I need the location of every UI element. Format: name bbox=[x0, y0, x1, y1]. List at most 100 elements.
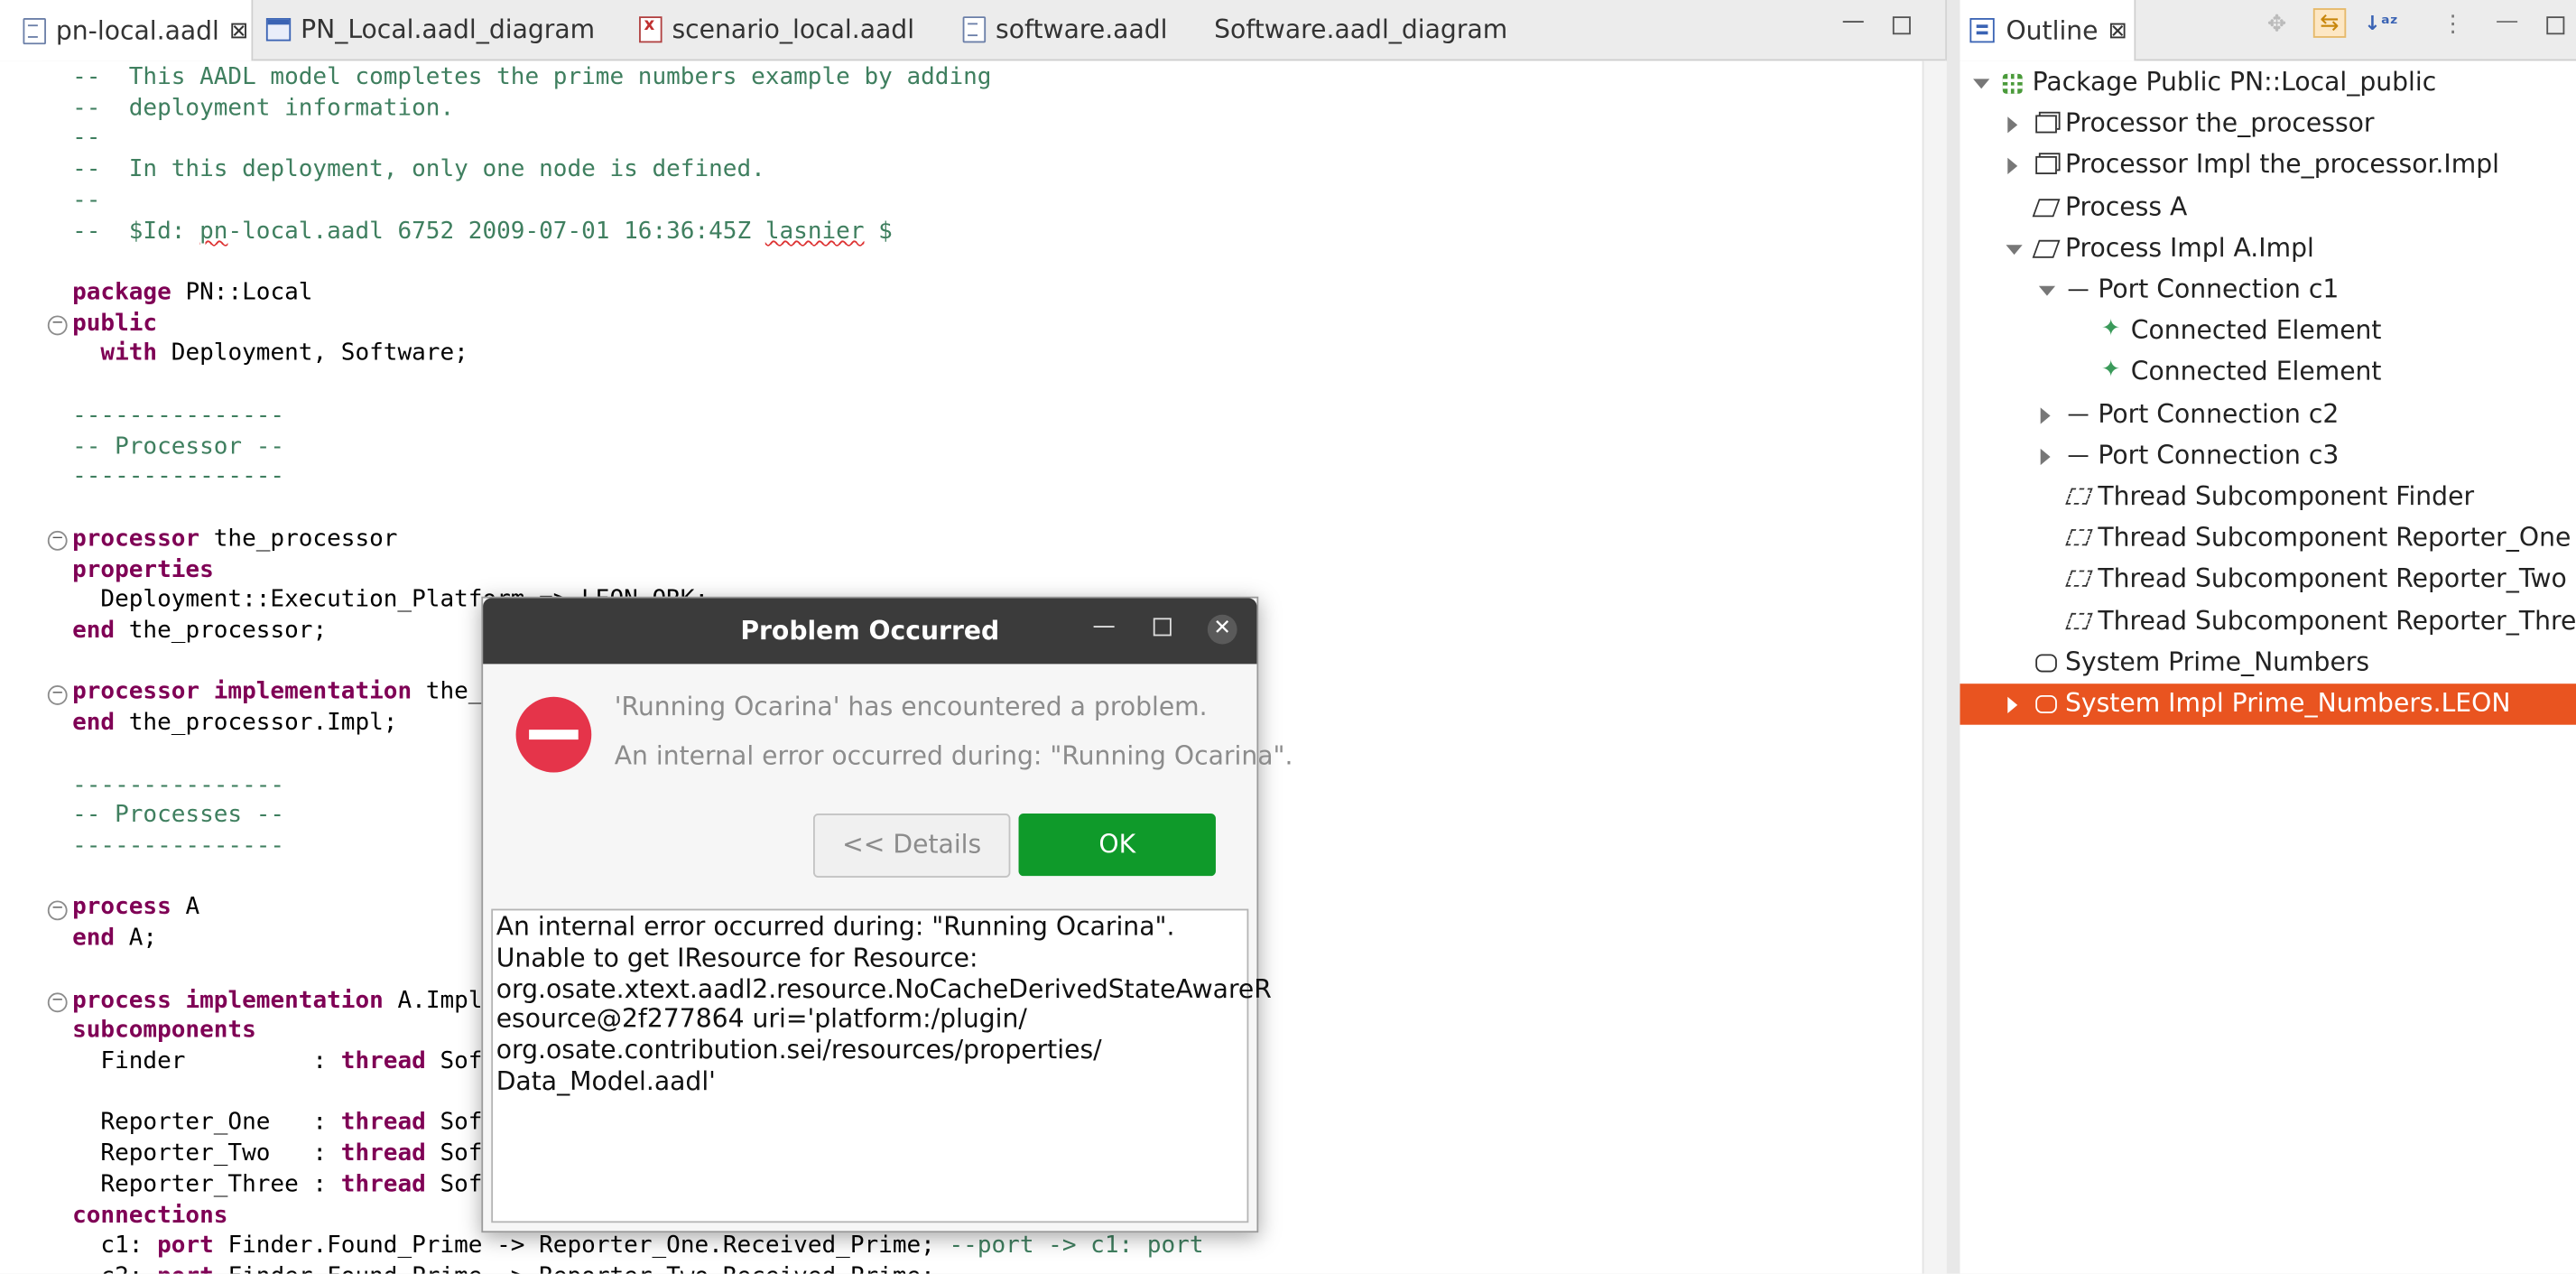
tab-outline[interactable]: Outline ⊠ bbox=[1960, 0, 2136, 61]
tab-pn-local-aadl[interactable]: pn-local.aadl ⊠ bbox=[0, 0, 254, 61]
minimize-icon[interactable]: — bbox=[2496, 8, 2518, 34]
thread-icon bbox=[2065, 612, 2093, 629]
minimize-icon[interactable]: — bbox=[1841, 8, 1864, 34]
tree-item[interactable]: System Impl Prime_Numbers.LEON bbox=[1960, 683, 2576, 726]
details-line: An internal error occurred during: "Runn… bbox=[496, 912, 1175, 942]
tree-item[interactable]: Thread Subcomponent Reporter_One bbox=[1960, 518, 2576, 560]
code-keyword: implementation bbox=[213, 679, 412, 706]
code-keyword: thread bbox=[340, 1171, 426, 1198]
code-comment: --port -> c1: port bbox=[949, 1232, 1204, 1260]
sort-az-icon[interactable]: ↓ᵃᶻ bbox=[2364, 12, 2397, 34]
code-keyword: processor bbox=[72, 679, 200, 706]
fold-toggle-icon[interactable]: − bbox=[47, 315, 68, 336]
code-comment: -- Processes -- bbox=[72, 802, 285, 829]
code-token: A.Impl bbox=[383, 987, 483, 1014]
fold-toggle-icon[interactable]: − bbox=[47, 899, 68, 920]
code-token: Finder : bbox=[72, 1048, 341, 1075]
ok-button[interactable]: OK bbox=[1018, 813, 1216, 877]
tree-item[interactable]: Port Connection c2 bbox=[1960, 394, 2576, 435]
connection-icon bbox=[2068, 413, 2089, 415]
tree-item[interactable]: Process A bbox=[1960, 187, 2576, 228]
code-token: PN::Local bbox=[171, 279, 313, 306]
close-icon[interactable]: ✕ bbox=[1207, 614, 1237, 645]
collapsed-arrow-icon[interactable] bbox=[2007, 696, 2018, 713]
editor-ruler bbox=[0, 60, 43, 1274]
code-keyword: end bbox=[72, 925, 116, 953]
tab-pn-local-diagram[interactable]: PN_Local.aadl_diagram bbox=[265, 0, 596, 60]
tab-software-aadl[interactable]: software.aadl bbox=[962, 0, 1168, 60]
maximize-icon[interactable] bbox=[2546, 16, 2565, 35]
expanded-arrow-icon[interactable] bbox=[2006, 244, 2023, 255]
expanded-arrow-icon[interactable] bbox=[2038, 285, 2056, 296]
dialog-detail-summary: An internal error occurred during: "Runn… bbox=[614, 740, 1293, 771]
tab-scenario-local[interactable]: scenario_local.aadl bbox=[639, 0, 914, 60]
details-line: org.osate.contribution.sei/resources/pro… bbox=[496, 1035, 1102, 1065]
collapsed-arrow-icon[interactable] bbox=[2040, 448, 2051, 465]
code-comment: -- Processor -- bbox=[72, 432, 285, 460]
fold-toggle-icon[interactable]: − bbox=[47, 684, 68, 705]
code-keyword: end bbox=[72, 618, 116, 645]
minimize-icon[interactable]: — bbox=[1092, 613, 1115, 639]
tree-item[interactable]: Process Impl A.Impl bbox=[1960, 228, 2576, 270]
tree-item[interactable]: Thread Subcomponent Finder bbox=[1960, 477, 2576, 518]
tree-item[interactable]: Thread Subcomponent Reporter_Three bbox=[1960, 600, 2576, 642]
maximize-icon[interactable] bbox=[1153, 618, 1172, 637]
code-line: processor the_processor bbox=[72, 524, 1203, 554]
code-keyword: public bbox=[72, 310, 158, 337]
dialog-titlebar[interactable]: Problem Occurred — ✕ bbox=[483, 598, 1257, 665]
maximize-icon[interactable] bbox=[1892, 16, 1911, 35]
code-line: -- bbox=[72, 124, 1203, 154]
tree-item-label: Thread Subcomponent Reporter_One bbox=[2098, 523, 2571, 553]
fold-toggle-icon[interactable]: − bbox=[47, 530, 68, 551]
code-comment: --------------- bbox=[72, 463, 285, 491]
tree-item[interactable]: Port Connection c3 bbox=[1960, 435, 2576, 477]
thread-icon bbox=[2065, 488, 2093, 505]
tree-item[interactable]: Package Public PN::Local_public bbox=[1960, 62, 2576, 104]
tree-item[interactable]: Processor Impl the_processor.Impl bbox=[1960, 145, 2576, 187]
sync-icon[interactable]: ✥ bbox=[2267, 12, 2286, 38]
tab-label: PN_Local.aadl_diagram bbox=[301, 14, 596, 45]
collapsed-arrow-icon[interactable] bbox=[2007, 158, 2018, 175]
collapsed-arrow-icon[interactable] bbox=[2040, 406, 2051, 423]
code-token: the_processor.Impl; bbox=[115, 710, 398, 737]
tree-item[interactable]: Port Connection c1 bbox=[1960, 270, 2576, 312]
tree-item[interactable]: Thread Subcomponent Reporter_Two bbox=[1960, 560, 2576, 601]
tree-item[interactable]: System Prime_Numbers bbox=[1960, 642, 2576, 683]
code-line: --------------- bbox=[72, 401, 1203, 432]
processor-icon bbox=[2035, 115, 2057, 134]
tree-item[interactable]: ✦ Connected Element bbox=[1960, 352, 2576, 394]
collapsed-arrow-icon[interactable] bbox=[2007, 116, 2018, 134]
code-comment: lasnier bbox=[764, 218, 865, 245]
tree-item-label: Thread Subcomponent Finder bbox=[2098, 481, 2475, 512]
package-icon bbox=[2002, 73, 2023, 94]
code-token: A; bbox=[115, 925, 158, 953]
view-menu-icon[interactable]: ⋮ bbox=[2442, 12, 2464, 38]
code-line: c1: port Finder.Found_Prime -> Reporter_… bbox=[72, 1232, 1203, 1262]
code-line: properties bbox=[72, 554, 1203, 585]
details-textarea[interactable]: An internal error occurred during: "Runn… bbox=[491, 908, 1272, 1223]
fold-toggle-icon[interactable]: − bbox=[47, 992, 68, 1013]
link-editor-icon[interactable]: ⇆ bbox=[2312, 8, 2346, 38]
code-token: the_processor bbox=[199, 525, 398, 553]
tree-item-label: Thread Subcomponent Reporter_Two bbox=[2098, 564, 2567, 594]
code-line: --------------- bbox=[72, 462, 1203, 493]
close-icon[interactable]: ⊠ bbox=[229, 17, 248, 43]
process-icon bbox=[2032, 239, 2061, 258]
code-comment: -- $Id: bbox=[72, 218, 200, 245]
close-icon[interactable]: ⊠ bbox=[2108, 17, 2127, 43]
expanded-arrow-icon[interactable] bbox=[1973, 79, 1990, 89]
tree-item[interactable]: ✦ Connected Element bbox=[1960, 311, 2576, 352]
editor-tab-bar: pn-local.aadl ⊠ PN_Local.aadl_diagram sc… bbox=[0, 0, 1946, 61]
details-button[interactable]: << Details bbox=[812, 813, 1011, 878]
system-icon bbox=[2035, 694, 2057, 713]
editor-scrollbar[interactable] bbox=[1922, 60, 1947, 1274]
aadl-file-icon bbox=[23, 17, 46, 44]
details-line: esource@2f277864 uri='platform:/plugin/ bbox=[496, 1004, 1027, 1034]
code-keyword: port bbox=[157, 1232, 214, 1260]
view-sash[interactable] bbox=[1946, 0, 1960, 1274]
tree-item[interactable]: Processor the_processor bbox=[1960, 104, 2576, 145]
tab-software-diagram[interactable]: Software.aadl_diagram bbox=[1214, 0, 1507, 60]
code-token: Deployment, Software; bbox=[157, 340, 468, 367]
